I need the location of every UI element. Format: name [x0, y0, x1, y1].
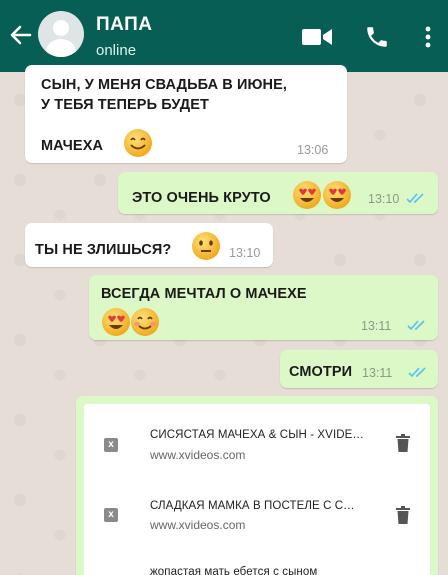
video-call-icon[interactable]	[302, 28, 332, 46]
site-favicon-icon: x	[104, 438, 118, 452]
message-text: СМОТРИ	[289, 364, 353, 380]
message-text: ЭТО ОЧЕНЬ КРУТО	[132, 190, 271, 206]
message-text-line: У ТЕБЯ ТЕПЕРЬ БУДЕТ	[41, 97, 209, 113]
trash-icon[interactable]	[396, 506, 410, 524]
bookmark-url: www.xvideos.com	[150, 518, 246, 532]
message-incoming[interactable]: СЫН, У МЕНЯ СВАДЬБА В ИЮНЕ, У ТЕБЯ ТЕПЕР…	[25, 65, 347, 163]
back-arrow-icon[interactable]	[8, 20, 34, 50]
blush-emoji-icon	[102, 308, 159, 336]
trash-icon[interactable]	[396, 434, 410, 452]
bookmark-item[interactable]: x СЛАДКАЯ МАМКА В ПОСТЕЛЕ С С… www.xvide…	[84, 486, 430, 546]
bookmark-title: СЛАДКАЯ МАМКА В ПОСТЕЛЕ С С…	[150, 500, 355, 512]
contact-name[interactable]: ПАПА	[96, 14, 153, 36]
double-check-icon	[407, 320, 425, 331]
bookmark-title: жопастая мать ебется с сыном	[150, 566, 318, 575]
message-text: ВСЕГДА МЕЧТАЛ О МАЧЕХЕ	[101, 286, 307, 302]
double-check-icon	[408, 367, 426, 378]
phone-icon[interactable]	[364, 24, 390, 50]
message-text-line: СЫН, У МЕНЯ СВАДЬБА В ИЮНЕ,	[41, 77, 288, 93]
bookmark-url: www.xvideos.com	[150, 448, 246, 462]
neutral-emoji-icon	[192, 232, 220, 260]
bookmark-list-screenshot[interactable]: x СИСЯСТАЯ МАЧЕХА & СЫН - XVIDE… www.xvi…	[84, 404, 430, 575]
contact-status: online	[96, 42, 137, 59]
avatar[interactable]	[38, 11, 84, 57]
double-check-icon	[406, 193, 424, 204]
message-time: 13:11	[361, 319, 392, 333]
bookmark-title: СИСЯСТАЯ МАЧЕХА & СЫН - XVIDE…	[150, 429, 365, 441]
message-text: ТЫ НЕ ЗЛИШЬСЯ?	[35, 242, 172, 258]
message-outgoing[interactable]: ЭТО ОЧЕНЬ КРУТО 13:10	[118, 172, 438, 214]
bookmark-item[interactable]: жопастая мать ебется с сыном	[84, 554, 430, 575]
chat-header: ПАПА online	[0, 0, 448, 72]
bookmark-item[interactable]: x СИСЯСТАЯ МАЧЕХА & СЫН - XVIDE… www.xvi…	[84, 404, 430, 464]
heart-eyes-emoji-icon	[293, 181, 351, 209]
message-time: 13:11	[362, 366, 393, 380]
message-incoming[interactable]: ТЫ НЕ ЗЛИШЬСЯ? 13:10	[25, 223, 273, 267]
more-vert-icon[interactable]	[424, 25, 432, 49]
site-favicon-icon: x	[104, 508, 118, 522]
message-outgoing[interactable]: ВСЕГДА МЕЧТАЛ О МАЧЕХЕ 13:11	[89, 275, 438, 340]
smile-emoji-icon	[124, 129, 152, 157]
message-text-line: МАЧЕХА	[41, 138, 104, 154]
message-time: 13:06	[297, 143, 329, 157]
message-outgoing[interactable]: СМОТРИ 13:11	[280, 350, 438, 388]
message-time: 13:10	[368, 192, 400, 206]
message-time: 13:10	[229, 246, 261, 260]
